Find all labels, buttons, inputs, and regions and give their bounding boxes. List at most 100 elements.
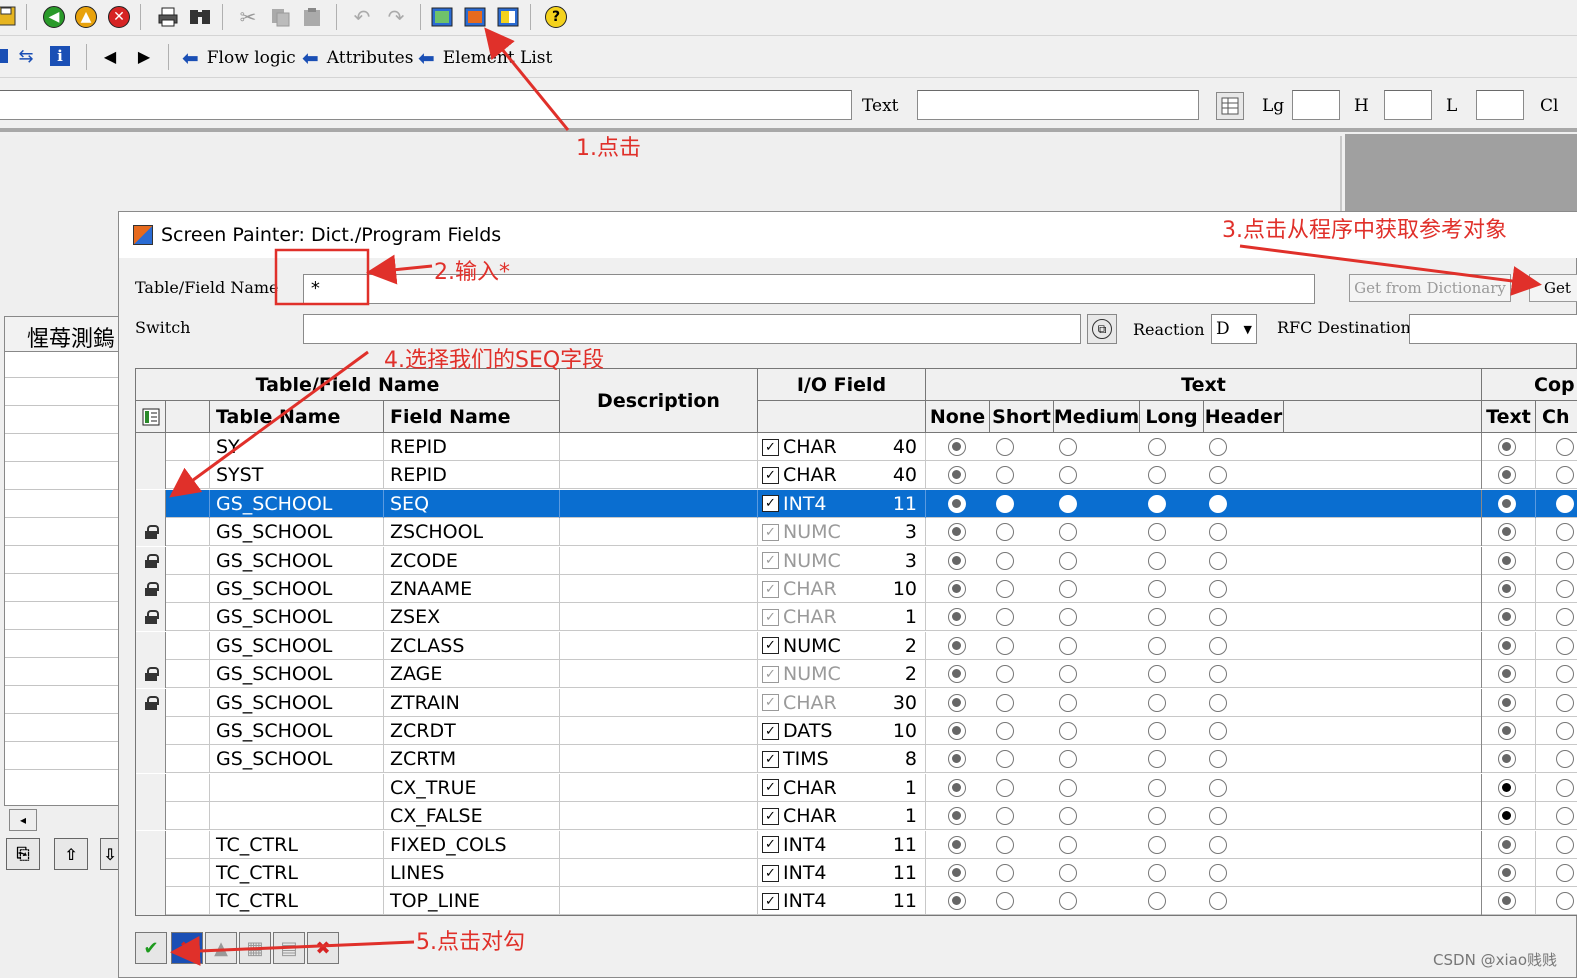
io-field-cell[interactable]: ✓ INT4 11: [758, 489, 926, 518]
copy-ch-radio[interactable]: [1556, 636, 1574, 655]
text-option-radio[interactable]: [996, 722, 1014, 740]
copy-text-radio[interactable]: [1498, 551, 1516, 570]
text-option-radio[interactable]: [1148, 693, 1166, 712]
info-icon[interactable]: i: [46, 42, 74, 70]
copy-ch-radio[interactable]: [1556, 778, 1574, 797]
help-icon[interactable]: ?: [542, 3, 570, 31]
io-field-cell[interactable]: ✓ NUMC 3: [758, 546, 926, 575]
io-field-cell[interactable]: ✓ CHAR 30: [758, 688, 926, 717]
io-field-cell[interactable]: ✓ INT4 11: [758, 859, 926, 887]
other-object-icon[interactable]: ⇆: [12, 42, 40, 70]
row-selector[interactable]: [136, 518, 166, 547]
table-row[interactable]: GS_SCHOOL ZNAAME ✓ CHAR 10: [136, 575, 1577, 603]
text-option-radio[interactable]: [948, 636, 966, 655]
io-field-cell[interactable]: ✓ CHAR 40: [758, 433, 926, 461]
io-field-checkbox[interactable]: ✓: [762, 750, 779, 768]
text-option-radio[interactable]: [948, 864, 966, 882]
table-row[interactable]: CX_FALSE ✓ CHAR 1: [136, 802, 1577, 831]
io-field-checkbox[interactable]: ✓: [762, 552, 779, 570]
dict-program-fields-icon[interactable]: [461, 3, 489, 31]
row-selector[interactable]: [136, 603, 166, 632]
copy-ch-radio[interactable]: [1556, 494, 1574, 513]
text-option-radio[interactable]: [1059, 778, 1077, 797]
copy-text-radio[interactable]: [1498, 494, 1516, 513]
text-option-radio[interactable]: [948, 722, 966, 740]
copy-text-radio[interactable]: [1498, 835, 1516, 854]
cancel-icon[interactable]: ✕: [105, 3, 133, 31]
io-field-checkbox[interactable]: ✓: [762, 466, 779, 484]
io-field-cell[interactable]: ✓ TIMS 8: [758, 745, 926, 774]
save-icon[interactable]: [0, 2, 20, 30]
io-field-checkbox[interactable]: ✓: [762, 694, 779, 712]
reaction-select[interactable]: D ▼: [1211, 314, 1257, 344]
row-selector[interactable]: [136, 461, 166, 490]
text-option-radio[interactable]: [1209, 636, 1227, 655]
text-field[interactable]: [917, 90, 1199, 120]
table-row[interactable]: TC_CTRL FIXED_COLS ✓ INT4 11: [136, 830, 1577, 859]
text-option-radio[interactable]: [1059, 864, 1077, 882]
text-option-radio[interactable]: [996, 636, 1014, 655]
text-option-radio[interactable]: [1148, 835, 1166, 854]
copy-text-radio[interactable]: [1498, 580, 1516, 598]
table-row[interactable]: GS_SCHOOL SEQ ✓ INT4 11: [136, 489, 1577, 518]
text-option-radio[interactable]: [1059, 693, 1077, 712]
text-option-radio[interactable]: [948, 438, 966, 456]
text-option-radio[interactable]: [1209, 835, 1227, 854]
table-row[interactable]: GS_SCHOOL ZCRDT ✓ DATS 10: [136, 717, 1577, 745]
text-option-radio[interactable]: [1148, 778, 1166, 797]
copy-ch-radio[interactable]: [1556, 466, 1574, 485]
text-option-radio[interactable]: [948, 551, 966, 570]
copy-ch-radio[interactable]: [1556, 608, 1574, 627]
io-field-checkbox[interactable]: ✓: [762, 438, 779, 456]
find-icon[interactable]: [186, 3, 214, 31]
copy-ch-radio[interactable]: [1556, 693, 1574, 712]
paste-icon[interactable]: [298, 3, 326, 31]
text-option-radio[interactable]: [1148, 580, 1166, 598]
text-option-radio[interactable]: [1059, 551, 1077, 570]
lg-field[interactable]: [1292, 90, 1340, 120]
text-option-radio[interactable]: [1209, 551, 1227, 570]
text-option-radio[interactable]: [1059, 438, 1077, 456]
io-field-checkbox[interactable]: ✓: [762, 807, 779, 825]
l-field[interactable]: [1476, 90, 1524, 120]
text-option-radio[interactable]: [1209, 864, 1227, 882]
text-option-radio[interactable]: [948, 580, 966, 598]
copy-row-icon[interactable]: ⇧: [54, 838, 88, 870]
io-field-cell[interactable]: ✓ INT4 11: [758, 830, 926, 859]
text-option-radio[interactable]: [1148, 494, 1166, 513]
down-row-icon[interactable]: ⇩: [100, 838, 120, 870]
table-icon[interactable]: [1216, 92, 1244, 120]
row-selector[interactable]: [136, 745, 166, 774]
back-icon[interactable]: ◀: [40, 3, 68, 31]
select-all-icon[interactable]: [136, 401, 166, 433]
row-selector[interactable]: [136, 489, 166, 518]
text-option-radio[interactable]: [1059, 835, 1077, 854]
copy-icon[interactable]: [266, 3, 294, 31]
io-field-checkbox[interactable]: ✓: [762, 665, 779, 683]
scroll-left-icon[interactable]: ◂: [9, 809, 37, 831]
table-row[interactable]: TC_CTRL TOP_LINE ✓ INT4 11: [136, 887, 1577, 915]
element-list-button[interactable]: ⬅ Element List: [418, 46, 552, 70]
row-selector[interactable]: [136, 575, 166, 603]
text-option-radio[interactable]: [1209, 693, 1227, 712]
layout-icon[interactable]: [428, 3, 456, 31]
text-option-radio[interactable]: [996, 864, 1014, 882]
copy-text-radio[interactable]: [1498, 864, 1516, 882]
io-field-checkbox[interactable]: ✓: [762, 580, 779, 598]
text-option-radio[interactable]: [1059, 494, 1077, 513]
text-option-radio[interactable]: [996, 835, 1014, 854]
text-option-radio[interactable]: [996, 693, 1014, 712]
name-field[interactable]: [0, 90, 852, 120]
text-option-radio[interactable]: [1059, 636, 1077, 655]
io-field-checkbox[interactable]: ✓: [762, 722, 779, 740]
text-option-radio[interactable]: [996, 494, 1014, 513]
exit-icon[interactable]: ▲: [72, 3, 100, 31]
table-row[interactable]: GS_SCHOOL ZSCHOOL ✓ NUMC 3: [136, 518, 1577, 547]
text-option-radio[interactable]: [1059, 722, 1077, 740]
text-option-radio[interactable]: [1148, 636, 1166, 655]
text-option-radio[interactable]: [1148, 722, 1166, 740]
copy-text-radio[interactable]: [1498, 636, 1516, 655]
row-selector[interactable]: [136, 546, 166, 575]
io-field-cell[interactable]: ✓ CHAR 1: [758, 773, 926, 802]
io-field-checkbox[interactable]: ✓: [762, 523, 779, 541]
